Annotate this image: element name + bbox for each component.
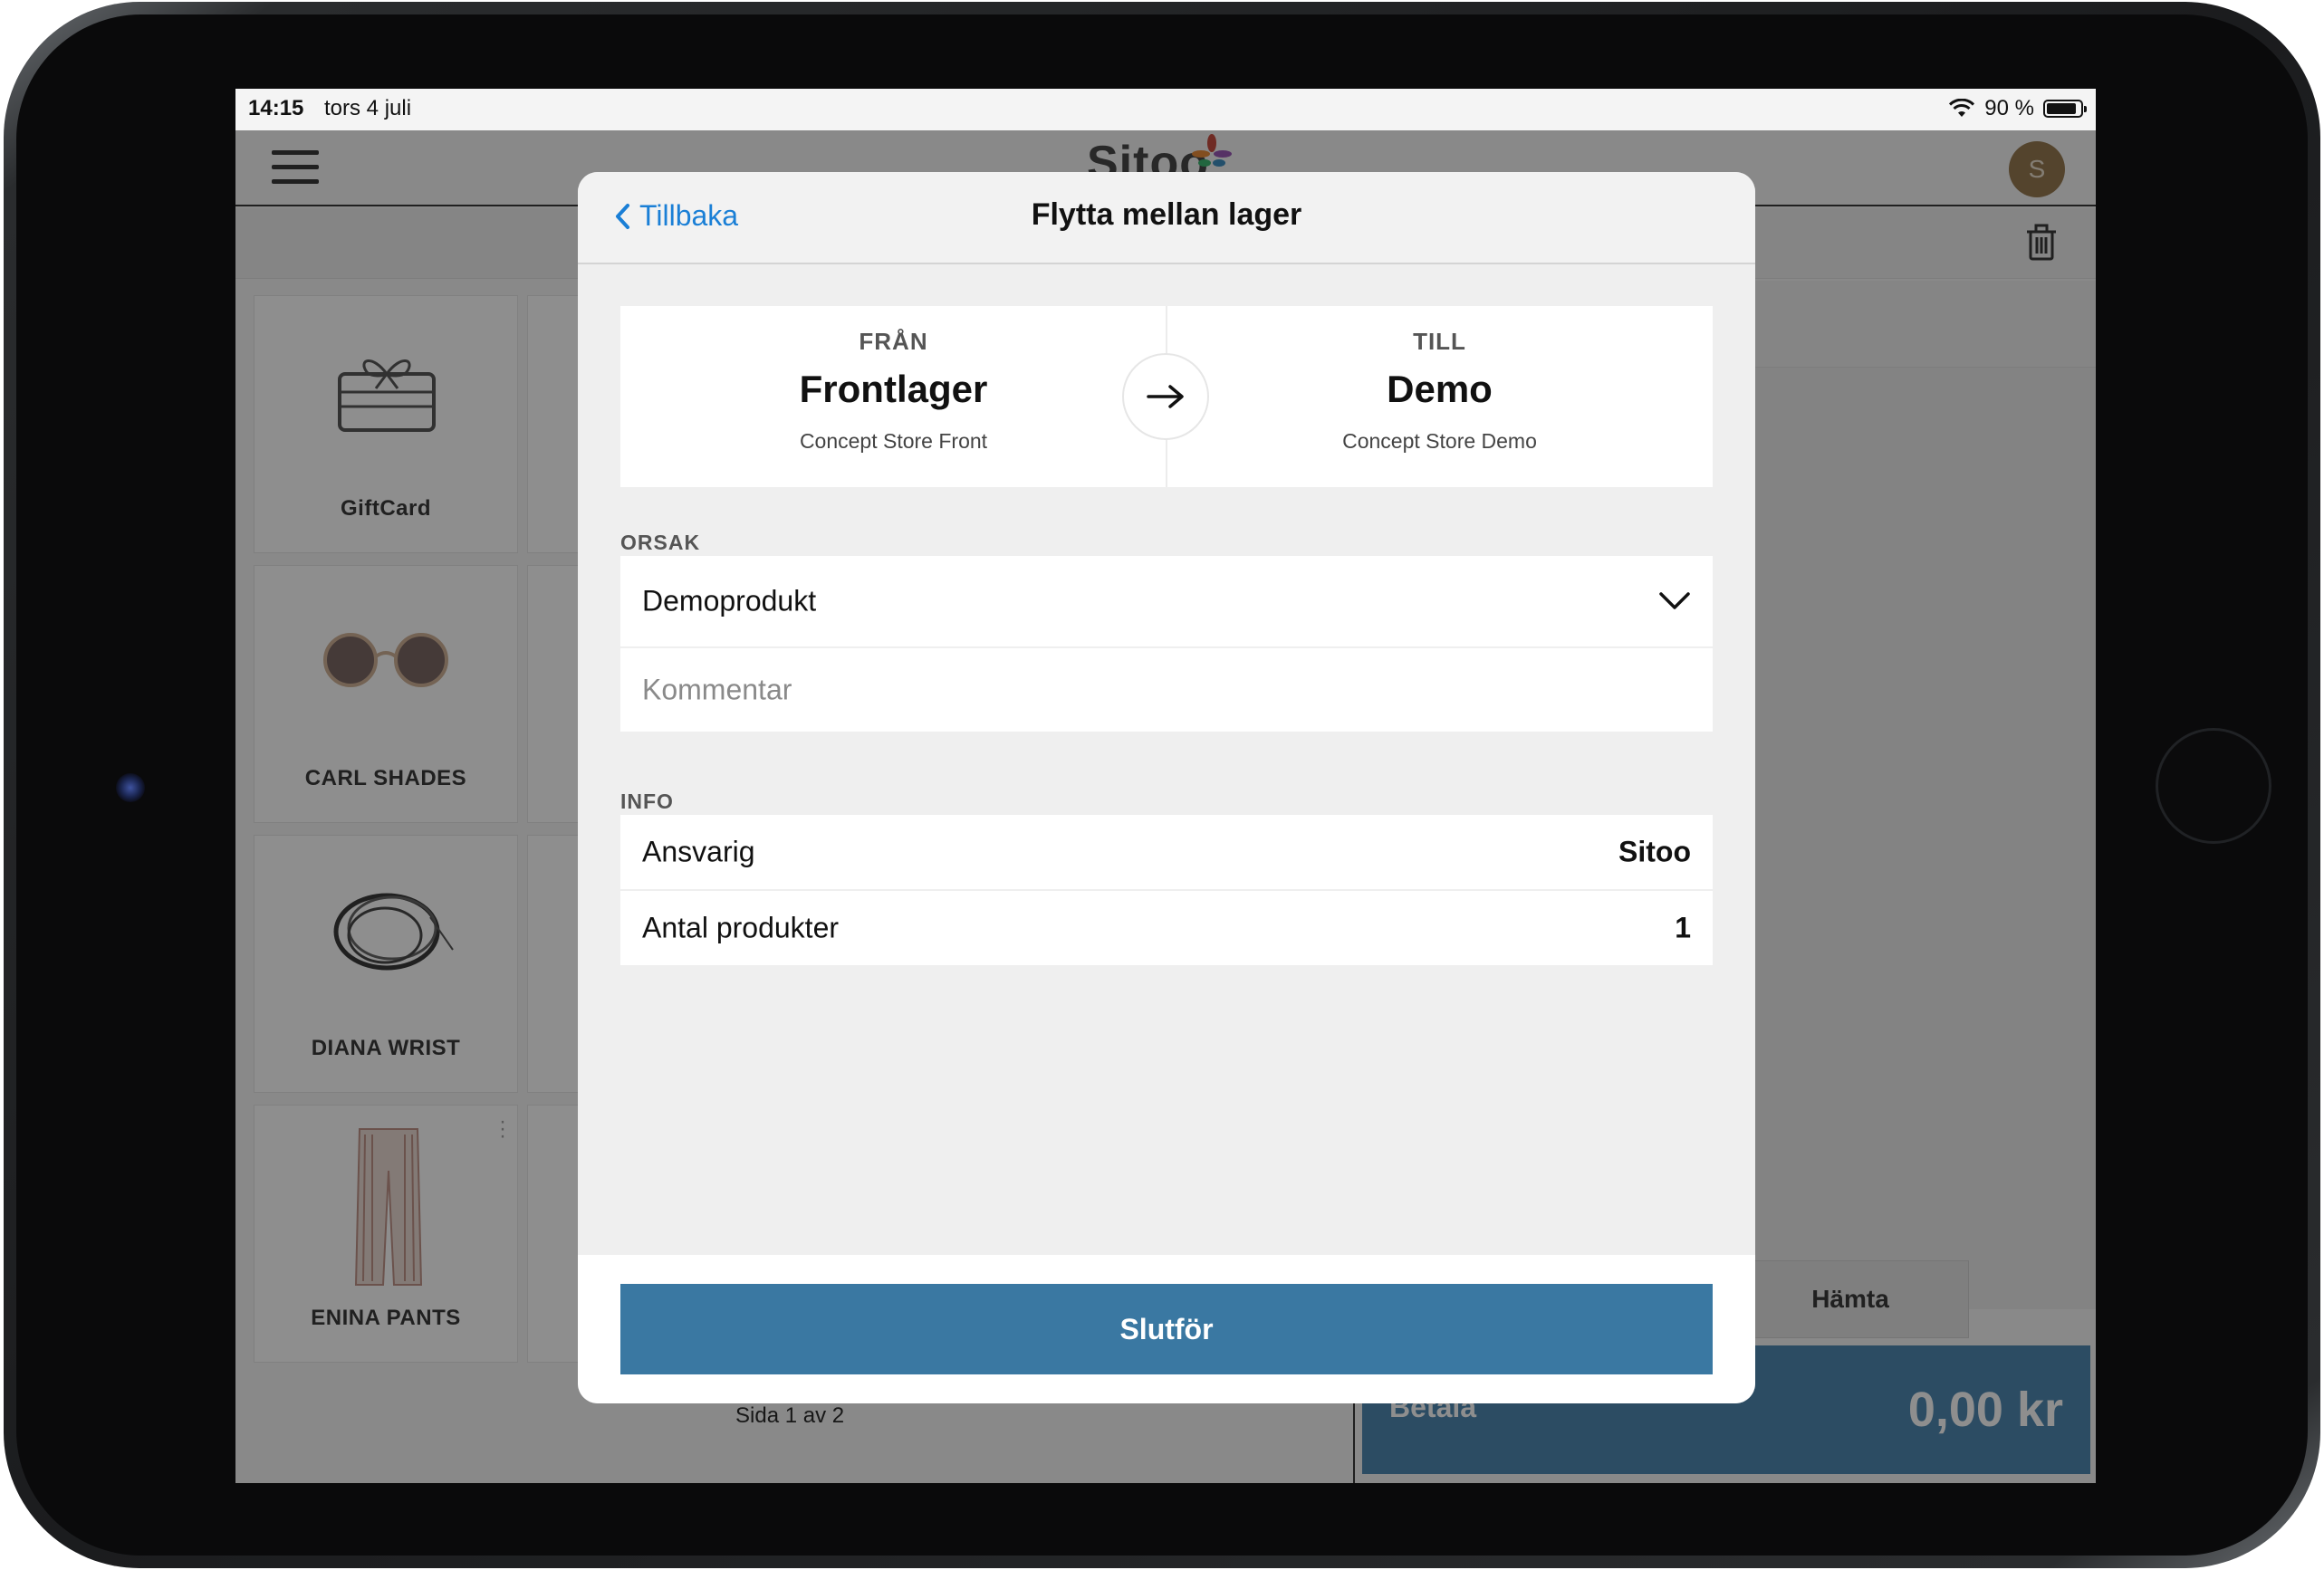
chevron-down-icon — [1659, 592, 1690, 609]
from-location[interactable]: FRÅN Frontlager Concept Store Front — [620, 306, 1167, 487]
info-value: Sitoo — [1618, 835, 1691, 868]
to-name: Demo — [1387, 368, 1493, 410]
comment-placeholder: Kommentar — [642, 673, 792, 706]
reason-select[interactable]: Demoprodukt — [620, 556, 1713, 646]
modal-header: Tillbaka Flytta mellan lager — [578, 172, 1755, 264]
ipad-frame: 14:15 tors 4 juli 90 % Sitoo — [4, 2, 2320, 1568]
info-label: Antal produkter — [642, 911, 840, 944]
home-button[interactable] — [2156, 728, 2271, 844]
to-location[interactable]: TILL Demo Concept Store Demo — [1167, 306, 1713, 487]
front-camera — [116, 773, 145, 802]
info-row: Antal produkter 1 — [620, 891, 1713, 965]
status-time: 14:15 — [248, 96, 304, 120]
comment-field[interactable]: Kommentar — [620, 648, 1713, 732]
finish-button[interactable]: Slutför — [620, 1284, 1713, 1374]
info-row: Ansvarig Sitoo — [620, 815, 1713, 889]
to-kicker: TILL — [1413, 328, 1466, 355]
battery-level — [2047, 103, 2077, 114]
transfer-card: FRÅN Frontlager Concept Store Front TILL… — [620, 306, 1713, 487]
status-bar: 14:15 tors 4 juli 90 % — [235, 89, 2096, 130]
transfer-stock-modal: Tillbaka Flytta mellan lager FRÅN Frontl… — [578, 172, 1755, 1403]
modal-footer: Slutför — [578, 1255, 1755, 1403]
to-store: Concept Store Demo — [1342, 429, 1537, 453]
reason-section-label: ORSAK — [620, 531, 701, 554]
info-section-label: INFO — [620, 790, 674, 813]
swap-direction-button[interactable] — [1122, 353, 1209, 440]
status-date: tors 4 juli — [324, 96, 412, 120]
arrow-right-icon — [1147, 385, 1184, 408]
screen: 14:15 tors 4 juli 90 % Sitoo — [235, 89, 2096, 1483]
modal-title: Flytta mellan lager — [1031, 197, 1302, 232]
from-store: Concept Store Front — [799, 429, 988, 453]
battery-icon — [2043, 100, 2087, 118]
from-name: Frontlager — [799, 368, 988, 410]
status-indicators: 90 % — [1948, 96, 2087, 121]
battery-percent: 90 % — [1984, 96, 2034, 120]
info-label: Ansvarig — [642, 835, 755, 868]
wifi-icon — [1949, 99, 1975, 117]
from-kicker: FRÅN — [859, 328, 928, 355]
info-value: 1 — [1675, 911, 1691, 944]
reason-value: Demoprodukt — [642, 584, 817, 617]
